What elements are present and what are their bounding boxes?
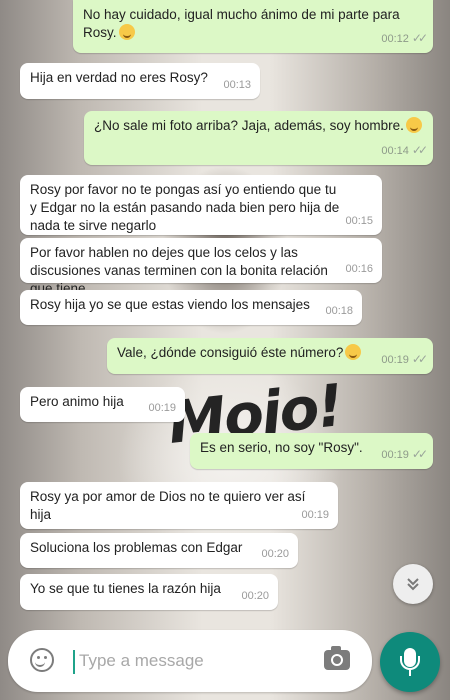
incoming-message[interactable]: Por favor hablen no dejes que los celos … — [20, 238, 382, 296]
crying-face-emoji-icon — [345, 344, 362, 360]
message-text: Es en serio, no soy "Rosy". — [200, 440, 363, 455]
message-time: 00:16 — [345, 263, 373, 275]
message-time: 00:20 — [241, 590, 269, 602]
message-input[interactable] — [79, 648, 309, 674]
message-time: 00:20 — [261, 548, 289, 560]
incoming-message[interactable]: Rosy hija yo se que estas viendo los men… — [20, 290, 362, 325]
incoming-message[interactable]: Yo se que tu tienes la razón hija 00:20 — [20, 574, 278, 610]
incoming-message[interactable]: Rosy por favor no te pongas así yo entie… — [20, 175, 382, 235]
message-meta: 00:19 ✓✓ — [381, 350, 428, 369]
message-time: 00:19 — [381, 449, 409, 461]
outgoing-message[interactable]: ¿No sale mi foto arriba? Jaja, además, s… — [84, 111, 433, 165]
incoming-message[interactable]: Rosy ya por amor de Dios no te quiero ve… — [20, 482, 338, 529]
mic-icon-arc — [400, 656, 420, 670]
double-check-icon: ✓✓ — [411, 447, 428, 461]
message-meta: 00:14 ✓✓ — [381, 141, 428, 160]
outgoing-message[interactable]: No hay cuidado, igual mucho ánimo de mi … — [73, 0, 433, 53]
message-text: Hija en verdad no eres Rosy? — [30, 70, 208, 85]
message-text: Pero animo hija — [30, 394, 124, 409]
double-check-icon: ✓✓ — [411, 143, 428, 157]
mic-icon-stand — [409, 670, 411, 676]
message-time: 00:18 — [325, 305, 353, 317]
smiling-face-emoji-icon — [118, 24, 135, 40]
message-meta: 00:12 ✓✓ — [381, 29, 428, 48]
voice-record-button[interactable] — [380, 632, 440, 692]
message-text: ¿No sale mi foto arriba? Jaja, además, s… — [94, 118, 404, 133]
outgoing-message[interactable]: Es en serio, no soy "Rosy". 00:19 ✓✓ — [190, 433, 433, 469]
double-check-icon: ✓✓ — [411, 31, 428, 45]
message-text: Yo se que tu tienes la razón hija — [30, 581, 221, 596]
text-cursor — [73, 650, 75, 674]
message-text: Rosy hija yo se que estas viendo los men… — [30, 297, 310, 312]
double-chevron-down-icon — [407, 578, 419, 591]
message-composer — [8, 630, 372, 692]
message-text: Soluciona los problemas con Edgar — [30, 540, 243, 555]
message-time: 00:19 — [301, 509, 329, 521]
message-time: 00:12 — [381, 33, 409, 45]
message-time: 00:19 — [381, 354, 409, 366]
message-text: Vale, ¿dónde consiguió éste número? — [117, 345, 344, 360]
message-text: Rosy por favor no te pongas así yo entie… — [30, 182, 340, 233]
message-meta: 00:19 ✓✓ — [381, 445, 428, 464]
outgoing-message[interactable]: Vale, ¿dónde consiguió éste número? 00:1… — [107, 338, 433, 374]
scroll-to-bottom-button[interactable] — [393, 564, 433, 604]
message-time: 00:19 — [148, 402, 176, 414]
double-check-icon: ✓✓ — [411, 352, 428, 366]
incoming-message[interactable]: Pero animo hija 00:19 — [20, 387, 185, 422]
camera-icon[interactable] — [324, 646, 350, 670]
incoming-message[interactable]: Soluciona los problemas con Edgar 00:20 — [20, 533, 298, 568]
laughing-face-emoji-icon — [405, 117, 422, 133]
message-text: Rosy ya por amor de Dios no te quiero ve… — [30, 489, 306, 522]
message-time: 00:13 — [223, 79, 251, 91]
incoming-message[interactable]: Hija en verdad no eres Rosy? 00:13 — [20, 63, 260, 99]
message-time: 00:14 — [381, 145, 409, 157]
message-time: 00:15 — [345, 215, 373, 227]
